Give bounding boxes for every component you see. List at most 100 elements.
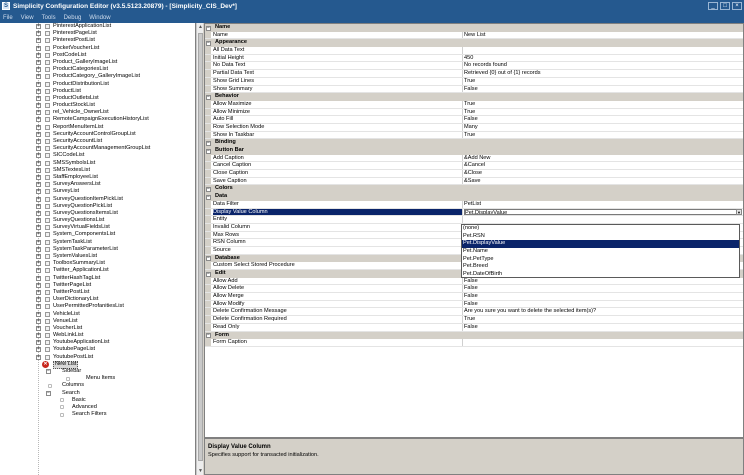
collapse-icon[interactable]: −: [206, 271, 211, 277]
expand-icon[interactable]: +: [36, 81, 41, 87]
property-value[interactable]: &Cancel: [464, 162, 742, 169]
tree-item[interactable]: + TwitterPostList: [0, 289, 195, 296]
maximize-icon[interactable]: □: [720, 2, 730, 10]
grid-category[interactable]: − Form: [205, 331, 743, 340]
property-value[interactable]: True: [464, 316, 742, 323]
collapse-icon[interactable]: −: [46, 390, 51, 396]
menu-view[interactable]: View: [21, 15, 34, 21]
grid-row[interactable]: Entity: [205, 216, 743, 224]
tree-item[interactable]: + SecurityAccountManagementGroupList: [0, 145, 195, 152]
expand-icon[interactable]: +: [36, 38, 41, 44]
grid-category[interactable]: − Name: [205, 24, 743, 32]
expand-icon[interactable]: +: [36, 67, 41, 73]
collapse-icon[interactable]: −: [206, 148, 211, 154]
grid-row[interactable]: Delete Confirmation Required True: [205, 316, 743, 324]
property-value[interactable]: True: [464, 78, 742, 85]
grid-row[interactable]: Allow Delete False: [205, 285, 743, 294]
expand-icon[interactable]: +: [36, 218, 41, 224]
grid-category[interactable]: − Button Bar: [205, 147, 743, 155]
tree-item[interactable]: + YoutubePageList: [0, 346, 195, 353]
tree-item[interactable]: + UserPermittedProfanitiesList: [0, 303, 195, 310]
expand-icon[interactable]: +: [36, 282, 41, 288]
grid-row[interactable]: Allow Maximize True: [205, 100, 743, 109]
tree-item-sidebar[interactable]: − Sidebar: [0, 368, 195, 375]
grid-row[interactable]: Add Caption &Add New: [205, 154, 743, 163]
expand-icon[interactable]: +: [36, 117, 41, 123]
tree-item[interactable]: + YoutubePostList: [0, 354, 195, 361]
grid-row[interactable]: All Data Text: [205, 47, 743, 55]
tree-item[interactable]: + SICCodeList: [0, 152, 195, 159]
tree-item[interactable]: + Twitter_ApplicationList: [0, 267, 195, 274]
expand-icon[interactable]: +: [36, 139, 41, 144]
tree-item[interactable]: + RemoteCampaignExecutionHistoryList: [0, 116, 195, 123]
expand-icon[interactable]: +: [36, 196, 41, 202]
dropdown-option[interactable]: Pet.DisplayValue: [462, 240, 739, 249]
expand-icon[interactable]: +: [36, 52, 41, 58]
tree-item-search[interactable]: − Search: [0, 390, 195, 397]
property-value[interactable]: True: [464, 101, 742, 108]
tree-item[interactable]: + SMSSymbolsList: [0, 160, 195, 167]
grid-row[interactable]: Initial Height 450: [205, 54, 743, 63]
expand-icon[interactable]: +: [36, 304, 41, 310]
property-value[interactable]: False: [464, 301, 742, 308]
dropdown-option[interactable]: Pet.DateOfBirth: [462, 271, 739, 279]
expand-icon[interactable]: +: [36, 318, 41, 324]
property-value[interactable]: New List: [464, 32, 742, 39]
grid-row[interactable]: Auto Fill False: [205, 116, 743, 124]
property-value[interactable]: False: [464, 293, 742, 300]
property-value[interactable]: Are you sure you want to delete the sele…: [464, 308, 742, 315]
tree-item-menu-items[interactable]: Menu Items: [0, 375, 195, 382]
tree-item[interactable]: + SurveyVirtualFieldsList: [0, 224, 195, 231]
tree-item[interactable]: + PinterestPostList: [0, 37, 195, 44]
grid-row[interactable]: No Data Text No records found: [205, 62, 743, 71]
property-value[interactable]: [464, 339, 742, 346]
dropdown-arrow-icon[interactable]: ▼: [736, 209, 742, 215]
expand-icon[interactable]: +: [36, 146, 41, 152]
grid-row[interactable]: Partial Data Text Retrieved {0} out of {1…: [205, 70, 743, 78]
expand-icon[interactable]: +: [36, 59, 41, 65]
expand-icon[interactable]: +: [36, 124, 41, 130]
expand-icon[interactable]: +: [36, 311, 41, 317]
tree-item[interactable]: + ProductList: [0, 88, 195, 95]
grid-row[interactable]: Allow Merge False: [205, 293, 743, 301]
property-value[interactable]: False: [464, 285, 742, 292]
expand-icon[interactable]: +: [36, 225, 41, 231]
tree-item[interactable]: + ProductCategory_GalleryImageList: [0, 73, 195, 80]
tree-item[interactable]: + SecurityAccountControlGroupList: [0, 131, 195, 138]
expand-icon[interactable]: +: [36, 254, 41, 259]
expand-icon[interactable]: +: [36, 103, 41, 109]
collapse-icon[interactable]: −: [46, 369, 51, 374]
tree-item[interactable]: + ProductCategoriesList: [0, 66, 195, 73]
tree-item-basic[interactable]: Basic: [0, 397, 195, 404]
expand-icon[interactable]: +: [36, 131, 41, 137]
property-value[interactable]: &Close: [464, 170, 742, 177]
scroll-down-icon[interactable]: ▼: [197, 467, 204, 475]
tree-item[interactable]: + PostCodeList: [0, 52, 195, 59]
dropdown-option[interactable]: Pet.PetType: [462, 256, 739, 264]
tree-item[interactable]: + YoutubeApplicationList: [0, 339, 195, 346]
grid-row[interactable]: Name New List: [205, 31, 743, 40]
tree-item[interactable]: + SystemTaskParameterList: [0, 246, 195, 253]
dropdown-option[interactable]: Pet.RSN: [462, 233, 739, 241]
property-value[interactable]: True: [464, 109, 742, 116]
expand-icon[interactable]: +: [36, 275, 41, 281]
tree-item[interactable]: + rel_Vehicle_OwnerList: [0, 109, 195, 116]
tree-item[interactable]: + SystemValuesList: [0, 253, 195, 260]
property-value[interactable]: Retrieved {0} out of {1} records: [464, 70, 742, 77]
grid-row[interactable]: Save Caption &Save: [205, 177, 743, 186]
expand-icon[interactable]: +: [36, 74, 41, 80]
tree-item[interactable]: + Product_GalleryImageList: [0, 59, 195, 66]
expand-icon[interactable]: +: [36, 325, 41, 331]
expand-icon[interactable]: +: [36, 354, 41, 360]
dropdown-option[interactable]: (none): [462, 225, 739, 233]
tree-item[interactable]: + SurveyQuestionPickList: [0, 203, 195, 210]
collapse-icon[interactable]: −: [206, 333, 211, 338]
expand-icon[interactable]: +: [36, 24, 41, 29]
property-value[interactable]: True: [464, 132, 742, 139]
menu-tools[interactable]: Tools: [42, 15, 56, 21]
tree-item[interactable]: + VenueList: [0, 318, 195, 325]
expand-icon[interactable]: +: [36, 110, 41, 116]
tree-item[interactable]: + VehicleList: [0, 311, 195, 318]
expand-icon[interactable]: +: [36, 347, 41, 353]
expand-icon[interactable]: +: [36, 203, 41, 209]
